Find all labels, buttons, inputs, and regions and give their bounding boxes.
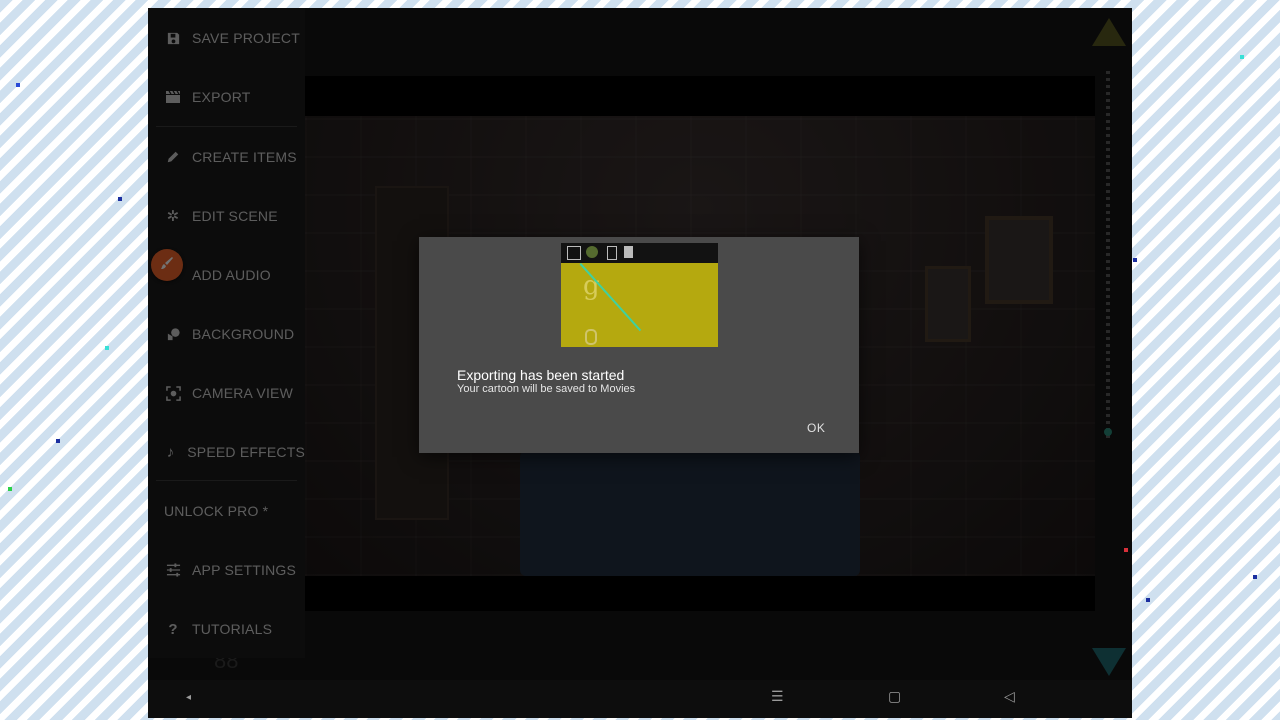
menu-edit-scene[interactable]: ✲ EDIT SCENE	[148, 196, 305, 236]
paintbrush-icon	[159, 255, 175, 276]
pencil-icon	[164, 148, 182, 166]
paintbrush-button[interactable]	[151, 249, 183, 281]
background-speck	[56, 439, 60, 443]
background-speck	[1124, 548, 1128, 552]
timeline-scrubber[interactable]	[1106, 68, 1110, 438]
scene-picture-frame	[985, 216, 1053, 304]
music-note-icon: ♪	[166, 443, 175, 461]
scrubber-handle[interactable]	[1104, 428, 1112, 436]
background-icon	[164, 325, 182, 343]
caret-left-icon[interactable]: ◂	[186, 692, 191, 703]
dialog-subtitle: Your cartoon will be saved to Movies	[457, 383, 636, 395]
scroll-down-icon[interactable]	[1092, 648, 1126, 676]
thumbnail-tool-icon	[567, 246, 581, 260]
thumbnail-tool-icon	[607, 246, 617, 260]
scene-bed	[520, 451, 860, 576]
background-speck	[16, 83, 20, 87]
menu-app-settings[interactable]: APP SETTINGS	[148, 550, 305, 590]
menu-camera-view[interactable]: CAMERA VIEW	[148, 373, 305, 413]
background-speck	[105, 346, 109, 350]
background-speck	[1146, 598, 1150, 602]
camera-view-icon	[164, 384, 182, 402]
android-nav-bar: ◂ ☰ ▢ ◁	[148, 680, 1132, 718]
thumbnail-toolbar	[561, 243, 718, 263]
back-triangle-icon[interactable]: ◁	[1004, 688, 1015, 705]
menu-background[interactable]: BACKGROUND	[148, 314, 305, 354]
thumbnail-tool-icon	[624, 246, 633, 258]
menu-divider	[156, 480, 297, 481]
scroll-up-icon[interactable]	[1092, 18, 1126, 46]
menu-divider	[156, 126, 297, 127]
background-speck	[1253, 575, 1257, 579]
background-speck	[1240, 55, 1244, 59]
menu-unlock-pro[interactable]: UNLOCK PRO *	[148, 491, 321, 531]
background-speck	[8, 487, 12, 491]
clapperboard-icon	[164, 88, 182, 106]
save-icon	[164, 29, 182, 47]
export-preview-thumbnail: g	[561, 243, 718, 347]
thumbnail-tool-icon	[586, 246, 598, 258]
menu-create-items[interactable]: CREATE ITEMS	[148, 137, 305, 177]
background-speck	[1133, 258, 1137, 262]
side-menu: SAVE PROJECT EXPORT CREATE ITEMS ✲ EDIT …	[148, 8, 305, 658]
gear-icon: ✲	[166, 208, 180, 225]
dialog-title: Exporting has been started	[457, 367, 625, 383]
microphone-icon	[585, 329, 597, 345]
menu-save-project[interactable]: SAVE PROJECT	[148, 18, 305, 58]
scene-picture-frame	[925, 266, 971, 342]
export-dialog: g Exporting has been started Your cartoo…	[419, 237, 859, 453]
sliders-icon	[164, 561, 182, 579]
home-square-icon[interactable]: ▢	[888, 688, 901, 705]
letterbox-bottom	[305, 576, 1095, 611]
background-speck	[118, 197, 122, 201]
question-icon: ?	[168, 620, 178, 638]
menu-speed-effects[interactable]: ♪ SPEED EFFECTS	[148, 432, 305, 472]
letterbox-top	[305, 76, 1095, 116]
ok-button[interactable]: OK	[807, 421, 825, 435]
app-window: 88 SAVE PROJECT EXPORT CREATE ITEMS ✲ ED…	[148, 8, 1132, 718]
menu-export[interactable]: EXPORT	[148, 77, 305, 117]
menu-tutorials[interactable]: ? TUTORIALS	[148, 609, 305, 649]
menu-lines-icon[interactable]: ☰	[771, 688, 784, 705]
